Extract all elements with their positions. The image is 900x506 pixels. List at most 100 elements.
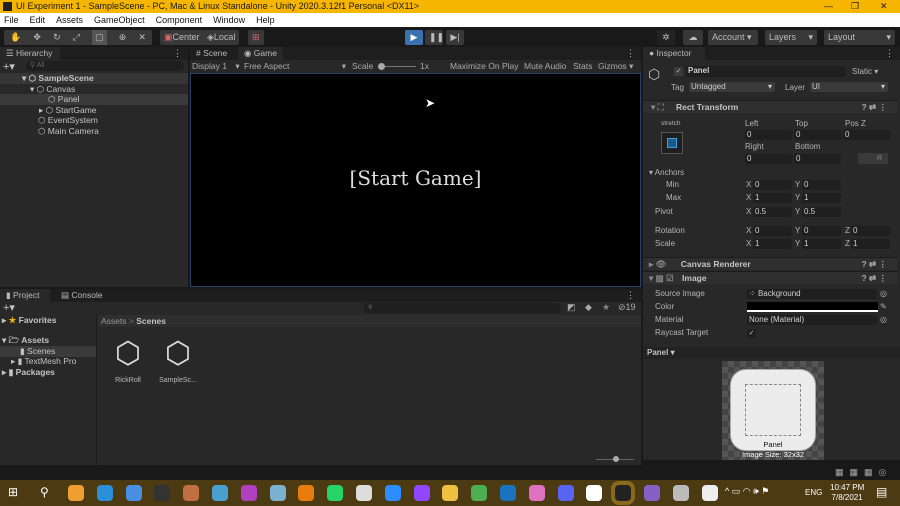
- eyedropper-icon[interactable]: ✎: [880, 302, 887, 312]
- pivot-x-input[interactable]: 0.5: [753, 207, 792, 217]
- taskbar-app-whatsapp-icon[interactable]: [327, 485, 344, 501]
- taskbar-app-chrome-icon[interactable]: [471, 485, 488, 501]
- bottom-input[interactable]: 0: [794, 154, 841, 164]
- left-input[interactable]: 0: [745, 130, 792, 140]
- filter-by-type-icon[interactable]: ◩: [567, 302, 576, 313]
- taskbar-app-obs-icon[interactable]: [154, 485, 171, 501]
- breadcrumb-assets[interactable]: Assets: [101, 316, 127, 326]
- display-dropdown[interactable]: Display 1 ▾: [192, 60, 240, 73]
- taskbar-app-app1-icon[interactable]: [68, 485, 84, 501]
- active-checkbox[interactable]: ✓: [674, 67, 683, 76]
- tree-item-favorites[interactable]: ▸ ★ Favorites: [2, 315, 56, 326]
- rotation-z-input[interactable]: 0: [851, 226, 890, 236]
- taskbar-app-discord-icon[interactable]: [557, 485, 574, 501]
- step-button[interactable]: ▶|: [446, 30, 464, 45]
- layer-dropdown[interactable]: UI ▾: [810, 82, 888, 92]
- asset-samplescene[interactable]: ⬡ SampleSc...: [158, 337, 198, 384]
- pivot-y-input[interactable]: 0.5: [802, 207, 841, 217]
- asset-rickroll[interactable]: ⬡ RickRoll: [108, 337, 148, 384]
- taskbar-app-app19-icon[interactable]: [586, 485, 603, 501]
- stats-toggle[interactable]: Stats: [573, 60, 592, 73]
- scale-z-input[interactable]: 1: [851, 239, 890, 249]
- search-icon[interactable]: ⚲: [40, 485, 49, 499]
- menu-window[interactable]: Window: [213, 15, 245, 25]
- rotation-y-input[interactable]: 0: [802, 226, 841, 236]
- preview-header[interactable]: Panel ▾: [643, 347, 900, 359]
- tag-dropdown[interactable]: Untagged ▾: [689, 82, 775, 92]
- move-tool-icon[interactable]: ✥: [33, 30, 41, 45]
- pause-button[interactable]: ❚❚: [425, 30, 444, 45]
- layout-dropdown[interactable]: Layout ▾: [824, 30, 895, 45]
- material-field[interactable]: None (Material): [747, 315, 877, 325]
- add-icon[interactable]: +▾: [3, 301, 15, 314]
- status-icons[interactable]: ▦▦▦◎: [835, 467, 892, 478]
- source-image-field[interactable]: ⁘ Background: [747, 289, 877, 299]
- favorite-star-icon[interactable]: ★: [602, 302, 610, 313]
- menu-help[interactable]: Help: [256, 15, 275, 25]
- custom-tool-icon[interactable]: ✕: [138, 30, 146, 45]
- hierarchy-item-panel[interactable]: ⬡ Panel: [0, 94, 188, 105]
- more-icon[interactable]: ⋮: [626, 48, 635, 59]
- rotation-x-input[interactable]: 0: [753, 226, 792, 236]
- notifications-icon[interactable]: ▤: [876, 485, 887, 499]
- taskbar-app-visual-studio-icon[interactable]: [643, 485, 660, 501]
- raw-edit-button[interactable]: R: [858, 153, 888, 164]
- static-toggle[interactable]: Static ▾: [852, 67, 878, 77]
- rect-tool-icon[interactable]: ▢: [92, 30, 107, 45]
- taskbar-app-twitch-icon[interactable]: [413, 485, 430, 501]
- tab-console[interactable]: ▤ Console: [55, 289, 109, 302]
- hand-tool-icon[interactable]: ✋: [10, 30, 21, 45]
- maximize-button[interactable]: ❐: [851, 0, 859, 13]
- hierarchy-item-startgame[interactable]: ▸ ⬡ StartGame: [39, 105, 97, 116]
- close-button[interactable]: ✕: [880, 0, 888, 13]
- tree-item-scenes[interactable]: ▮ Scenes: [0, 346, 96, 357]
- rotate-tool-icon[interactable]: ↻: [53, 30, 61, 45]
- raycast-target-checkbox[interactable]: ✓: [747, 329, 756, 338]
- anchors-foldout[interactable]: ▾ Anchors: [649, 168, 684, 178]
- hierarchy-item-main-camera[interactable]: ⬡ Main Camera: [38, 126, 99, 137]
- right-input[interactable]: 0: [745, 154, 792, 164]
- account-dropdown[interactable]: Account ▾: [708, 30, 758, 45]
- scale-y-input[interactable]: 1: [802, 239, 841, 249]
- pivot-local-button[interactable]: ◈Local: [203, 30, 240, 45]
- anchor-min-y-input[interactable]: 0: [802, 180, 841, 190]
- gizmos-dropdown[interactable]: Gizmos ▾: [598, 60, 633, 73]
- hierarchy-item-canvas[interactable]: ▾ ⬡ Canvas: [30, 84, 75, 95]
- play-button[interactable]: ▶: [405, 30, 423, 45]
- taskbar-app-affinity-designer-icon[interactable]: [499, 485, 516, 501]
- windows-start-icon[interactable]: ⊞: [8, 485, 18, 499]
- pivot-center-button[interactable]: ▣Center: [160, 30, 204, 45]
- tab-inspector[interactable]: ● Inspector: [643, 47, 705, 60]
- top-input[interactable]: 0: [794, 130, 841, 140]
- tab-scene[interactable]: # Scene: [190, 47, 233, 60]
- taskbar-app-unity-icon[interactable]: [611, 481, 636, 505]
- project-search-input[interactable]: ⚲: [364, 303, 560, 313]
- hidden-packages-toggle[interactable]: ⊘19: [618, 302, 636, 313]
- taskbar-app-settings-icon[interactable]: [701, 485, 718, 501]
- lock-icon[interactable]: ⋮: [626, 290, 635, 301]
- taskbar-app-app5-icon[interactable]: [183, 485, 200, 501]
- game-viewport[interactable]: [Start Game] ➤: [190, 73, 641, 287]
- snap-icon[interactable]: ⊞: [248, 30, 264, 45]
- rect-transform-header[interactable]: ▾ ⛶ Rect Transform? ⇄ ⋮: [643, 100, 897, 113]
- taskbar-app-krita-icon[interactable]: [211, 485, 228, 501]
- hierarchy-item-eventsystem[interactable]: ⬡ EventSystem: [38, 115, 98, 126]
- object-picker-icon[interactable]: ◎: [880, 289, 887, 299]
- object-name-input[interactable]: Panel: [686, 66, 846, 77]
- filter-by-label-icon[interactable]: ◆: [585, 302, 592, 313]
- object-picker-icon[interactable]: ◎: [880, 315, 887, 325]
- taskbar-app-musescore-icon[interactable]: [96, 485, 113, 501]
- menu-edit[interactable]: Edit: [30, 15, 46, 25]
- taskbar-app-blender-icon[interactable]: [298, 485, 315, 501]
- hierarchy-search-input[interactable]: ⚲ All: [26, 61, 184, 71]
- color-swatch[interactable]: [747, 302, 878, 312]
- posz-input[interactable]: 0: [843, 130, 890, 140]
- canvas-renderer-header[interactable]: ▸ 👁 Canvas Renderer? ⇄ ⋮: [643, 257, 897, 270]
- menu-file[interactable]: File: [4, 15, 19, 25]
- icon-size-slider[interactable]: [596, 456, 634, 462]
- tree-item-packages[interactable]: ▸ ▮ Packages: [2, 367, 55, 378]
- anchor-max-x-input[interactable]: 1: [753, 193, 792, 203]
- taskbar-app-app8-icon[interactable]: [269, 485, 286, 501]
- lock-icon[interactable]: ⋮: [885, 48, 894, 59]
- aspect-dropdown[interactable]: Free Aspect ▾: [244, 60, 346, 73]
